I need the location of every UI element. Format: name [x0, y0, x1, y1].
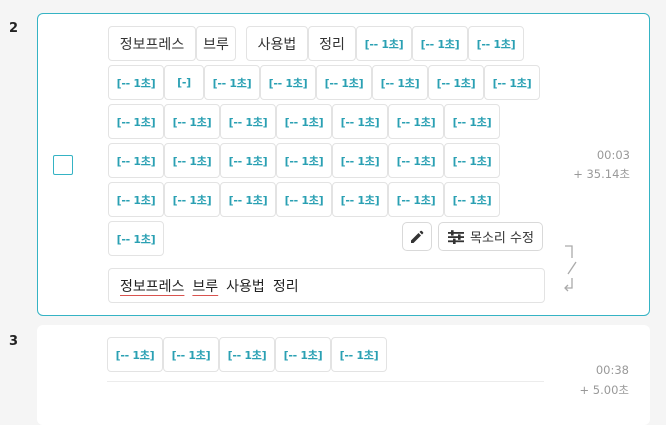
pause-token[interactable]: [-- 1초] [220, 182, 276, 217]
pause-token[interactable]: [-- 1초] [332, 104, 388, 139]
pause-token[interactable]: [-- 1초] [276, 143, 332, 178]
pause-token[interactable]: [-- 1초] [108, 143, 164, 178]
pause-token[interactable]: [-- 1초] [219, 337, 275, 372]
text-word: 브루 [192, 278, 219, 295]
start-time: 00:38 [595, 363, 629, 377]
start-time: 00:03 [596, 148, 630, 162]
pause-token[interactable]: [-- 1초] [428, 65, 484, 100]
pause-token[interactable]: [-- 1초] [372, 65, 428, 100]
word-token[interactable]: 정리 [308, 26, 356, 61]
pause-token[interactable]: [-- 1초] [444, 143, 500, 178]
pause-token[interactable]: [-- 1초] [356, 26, 412, 61]
segment-card[interactable]: [-- 1초] [-- 1초] [-- 1초] [-- 1초] [-- 1초] 00:3… [37, 325, 650, 425]
pause-token[interactable]: [-- 1초] [332, 182, 388, 217]
pause-token[interactable]: [-- 1초] [164, 182, 220, 217]
split-arrow-icon[interactable] [562, 244, 582, 294]
row-number: 3 [9, 334, 19, 349]
voice-edit-label: 목소리 수정 [470, 231, 534, 246]
pause-token[interactable]: [-- 1초] [316, 65, 372, 100]
pause-token[interactable]: [-- 1초] [275, 337, 331, 372]
pause-token[interactable]: [-- 1초] [388, 104, 444, 139]
pause-token[interactable]: [-- 1초] [108, 221, 164, 256]
word-token[interactable]: 브루 [196, 26, 236, 61]
pause-token[interactable]: [-- 1초] [107, 337, 163, 372]
word-token[interactable]: 사용법 [246, 26, 308, 61]
pause-token[interactable]: [-- 1초] [108, 65, 164, 100]
pause-token[interactable]: [-- 1초] [220, 104, 276, 139]
text-word: 정보프레스 [120, 278, 185, 295]
pause-token[interactable]: [-- 1초] [444, 182, 500, 217]
segment-card[interactable]: 정보프레스 브루 사용법 정리 [-- 1초] [-- 1초] [-- 1초] [-- 1초]… [37, 13, 650, 316]
pause-token[interactable]: [-- 1초] [412, 26, 468, 61]
edit-button[interactable] [402, 222, 432, 251]
pause-token[interactable]: [-- 1초] [276, 104, 332, 139]
pause-token[interactable]: [-- 1초] [276, 182, 332, 217]
word-token[interactable]: 정보프레스 [108, 26, 196, 61]
divider [107, 381, 544, 382]
pause-token[interactable]: [-- 1초] [331, 337, 387, 372]
pause-token[interactable]: [-- 1초] [468, 26, 524, 61]
pencil-icon [411, 230, 424, 243]
pause-token[interactable]: [-- 1초] [332, 143, 388, 178]
text-word: 정리 [272, 278, 299, 295]
pause-token[interactable]: [-- 1초] [484, 65, 540, 100]
pause-token[interactable]: [-- 1초] [388, 182, 444, 217]
pause-token[interactable]: [-- 1초] [444, 104, 500, 139]
text-word: 사용법 [226, 278, 265, 295]
pause-token[interactable]: [-- 1초] [163, 337, 219, 372]
segment-checkbox[interactable] [53, 155, 73, 175]
segment-text-field[interactable]: 정보프레스 브루 사용법 정리 [108, 268, 545, 303]
sliders-icon [448, 229, 464, 244]
segment-duration: + 35.14초 [573, 167, 630, 181]
pause-token[interactable]: [-- 1초] [260, 65, 316, 100]
pause-token[interactable]: [-- 1초] [164, 143, 220, 178]
pause-token[interactable]: [-- 1초] [108, 104, 164, 139]
pause-token[interactable]: [-] [164, 65, 204, 100]
pause-token[interactable]: [-- 1초] [204, 65, 260, 100]
voice-edit-button[interactable]: 목소리 수정 [438, 222, 543, 251]
pause-token[interactable]: [-- 1초] [164, 104, 220, 139]
pause-token[interactable]: [-- 1초] [108, 182, 164, 217]
pause-token[interactable]: [-- 1초] [220, 143, 276, 178]
row-number: 2 [9, 21, 19, 36]
pause-token[interactable]: [-- 1초] [388, 143, 444, 178]
segment-duration: + 5.00초 [579, 383, 629, 397]
